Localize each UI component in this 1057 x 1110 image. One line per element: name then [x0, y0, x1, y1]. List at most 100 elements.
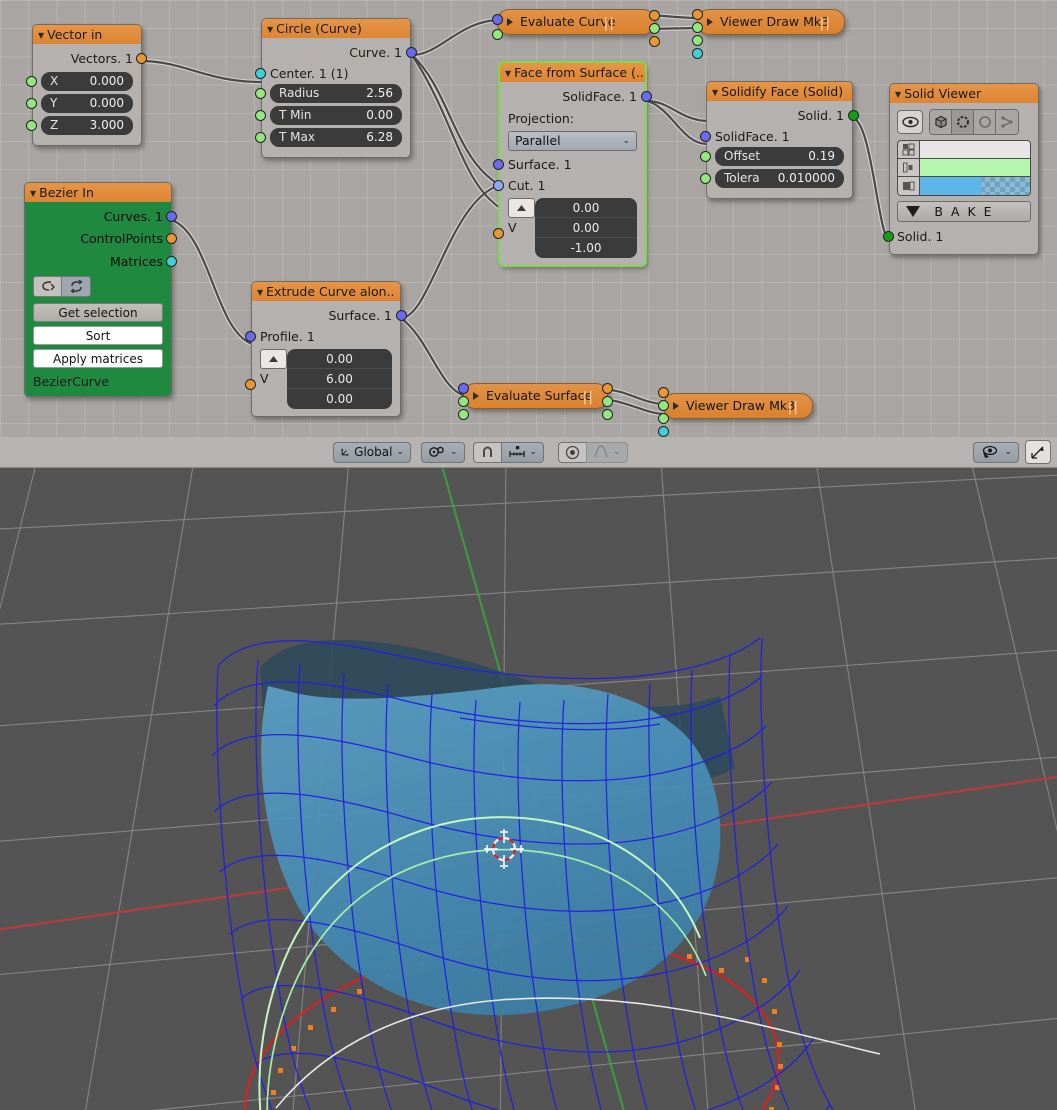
proportional-editing-toggle[interactable] [558, 441, 587, 463]
node-bezier-in[interactable]: ▼ Bezier In Curves. 1 ControlPoints Matri… [24, 182, 177, 397]
swatch-row-edge[interactable] [898, 159, 1030, 177]
node-viewer-draw-mk3-top[interactable]: Viewer Draw Mk3 || [692, 9, 845, 59]
node-header[interactable]: ▼ Face from Surface (.. [500, 63, 645, 82]
snap-group[interactable]: ⌄ [472, 441, 545, 463]
output-socket-edges[interactable] [602, 396, 613, 407]
field-tmin[interactable]: T Min 0.00 [255, 106, 402, 125]
vector-value-x[interactable]: 0.00 [287, 349, 392, 369]
input-socket-z[interactable] [26, 120, 37, 131]
collapse-triangle-icon[interactable]: ▼ [38, 26, 44, 44]
output-socket-tangents[interactable] [649, 36, 660, 47]
node-evaluate-surface[interactable]: Evaluate Surface || [458, 383, 613, 420]
input-socket-t[interactable] [492, 29, 503, 40]
field-y[interactable]: Y 0.000 [26, 94, 133, 113]
input-socket-vector[interactable] [493, 228, 504, 239]
viewport-scene[interactable] [0, 468, 1057, 1110]
node-face-from-surface[interactable]: ▼ Face from Surface (.. SolidFace. 1 Proj… [493, 62, 652, 266]
transform-orientation-dropdown[interactable]: Global ⌄ [333, 441, 411, 463]
projection-dropdown[interactable]: Parallel ⌄ [508, 131, 637, 151]
vector-input-group[interactable]: V 0.00 0.00 -1.00 [493, 198, 637, 258]
edges-icon[interactable] [996, 110, 1018, 134]
expand-triangle-icon[interactable] [707, 18, 713, 26]
viewport-gizmo-button[interactable] [1025, 440, 1051, 464]
collapse-triangle-icon[interactable]: ▼ [30, 184, 36, 202]
field-tolerance[interactable]: Tolera 0.010000 [700, 169, 844, 188]
field-tmax[interactable]: T Max 6.28 [255, 128, 402, 147]
input-socket-solid[interactable] [883, 231, 894, 242]
expand-triangle-icon[interactable] [507, 18, 513, 26]
solid-shade-icon[interactable] [930, 110, 952, 134]
input-socket-y[interactable] [26, 98, 37, 109]
falloff-curve-dropdown[interactable]: ⌄ [586, 441, 628, 463]
input-socket-edges[interactable] [692, 22, 703, 33]
eye-icon[interactable] [897, 110, 923, 134]
collapse-triangle-icon[interactable]: ▼ [505, 64, 511, 82]
collapse-triangle-icon[interactable]: ▼ [895, 85, 901, 103]
node-header[interactable]: ▼ Extrude Curve alon.. [252, 282, 400, 301]
output-socket-vectors[interactable] [136, 53, 147, 64]
pause-icon[interactable]: || [604, 16, 616, 31]
input-socket-tmin[interactable] [255, 110, 266, 121]
toggle-group[interactable] [33, 276, 91, 297]
sort-button[interactable]: Sort [33, 326, 163, 345]
expand-triangle-icon[interactable] [673, 402, 679, 410]
pivot-point-dropdown[interactable]: ⌄ [421, 441, 465, 463]
expand-triangle-icon[interactable] [473, 392, 479, 400]
vector-value-z[interactable]: -1.00 [535, 238, 637, 258]
output-socket-curve[interactable] [406, 47, 417, 58]
node-extrude-curve[interactable]: ▼ Extrude Curve alon.. Surface. 1 Profile… [245, 281, 407, 417]
node-header[interactable]: ▼ Vector in [33, 25, 141, 44]
vector-expand-icon[interactable] [260, 349, 287, 369]
input-socket-matrix[interactable] [692, 48, 703, 59]
curve-mode-icon[interactable] [33, 276, 62, 297]
field-radius[interactable]: Radius 2.56 [255, 84, 402, 103]
node-evaluate-curve[interactable]: Evaluate Curve || [492, 9, 660, 47]
collapse-triangle-icon[interactable]: ▼ [257, 283, 263, 301]
input-socket-edges[interactable] [658, 400, 669, 411]
node-solid-viewer[interactable]: ▼ Solid Viewer B A K E Solid. 1 [883, 83, 1039, 255]
swatch-row-vertex[interactable] [898, 141, 1030, 159]
output-socket-controlpoints[interactable] [166, 233, 177, 244]
vector-value-y[interactable]: 0.00 [535, 218, 637, 238]
edge-color-swatch[interactable] [920, 159, 1030, 176]
display-mode-buttons[interactable] [929, 109, 1019, 135]
pause-icon[interactable]: || [788, 400, 800, 415]
input-socket-profile[interactable] [245, 331, 256, 342]
input-socket-u[interactable] [458, 396, 469, 407]
pause-icon[interactable]: || [820, 16, 832, 31]
field-offset[interactable]: Offset 0.19 [700, 147, 844, 166]
field-z[interactable]: Z 3.000 [26, 116, 133, 135]
node-viewer-draw-mk3-bottom[interactable]: Viewer Draw Mk3 || [658, 387, 813, 437]
node-vector-in[interactable]: ▼ Vector in Vectors. 1 X 0.000 Y 0.000 Z… [26, 24, 147, 146]
input-socket-polygons[interactable] [692, 35, 703, 46]
input-socket-vector[interactable] [245, 379, 256, 390]
input-socket-curve[interactable] [492, 14, 503, 25]
swatch-row-face[interactable] [898, 177, 1030, 195]
output-socket-faces[interactable] [602, 409, 613, 420]
output-socket-curves[interactable] [166, 211, 177, 222]
vector-value-x[interactable]: 0.00 [535, 198, 637, 218]
vector-value-z[interactable]: 0.00 [287, 389, 392, 409]
field-x[interactable]: X 0.000 [26, 72, 133, 91]
node-header[interactable]: ▼ Solid Viewer [890, 84, 1038, 103]
node-solidify-face[interactable]: ▼ Solidify Face (Solid) Solid. 1 SolidFac… [700, 81, 859, 199]
output-socket-solidface[interactable] [641, 91, 652, 102]
collapse-triangle-icon[interactable]: ▼ [267, 20, 273, 38]
input-socket-offset[interactable] [700, 151, 711, 162]
input-socket-tmax[interactable] [255, 132, 266, 143]
vector-values[interactable]: 0.00 6.00 0.00 [287, 349, 392, 409]
apply-matrices-button[interactable]: Apply matrices [33, 349, 163, 368]
visibility-dropdown[interactable]: ⌄ [973, 441, 1019, 463]
vertex-color-swatch[interactable] [920, 141, 1030, 158]
vertices-icon[interactable] [974, 110, 996, 134]
input-socket-radius[interactable] [255, 88, 266, 99]
input-socket-verts[interactable] [692, 9, 703, 20]
output-socket-surface[interactable] [396, 310, 407, 321]
vector-value-y[interactable]: 6.00 [287, 369, 392, 389]
input-socket-center[interactable] [255, 68, 266, 79]
input-socket-matrix[interactable] [658, 426, 669, 437]
input-socket-surface[interactable] [458, 383, 469, 394]
input-socket-x[interactable] [26, 76, 37, 87]
output-socket-matrices[interactable] [166, 256, 177, 267]
3d-viewport[interactable]: Global ⌄ ⌄ ⌄ ⌄ ⌄ [0, 437, 1057, 1110]
